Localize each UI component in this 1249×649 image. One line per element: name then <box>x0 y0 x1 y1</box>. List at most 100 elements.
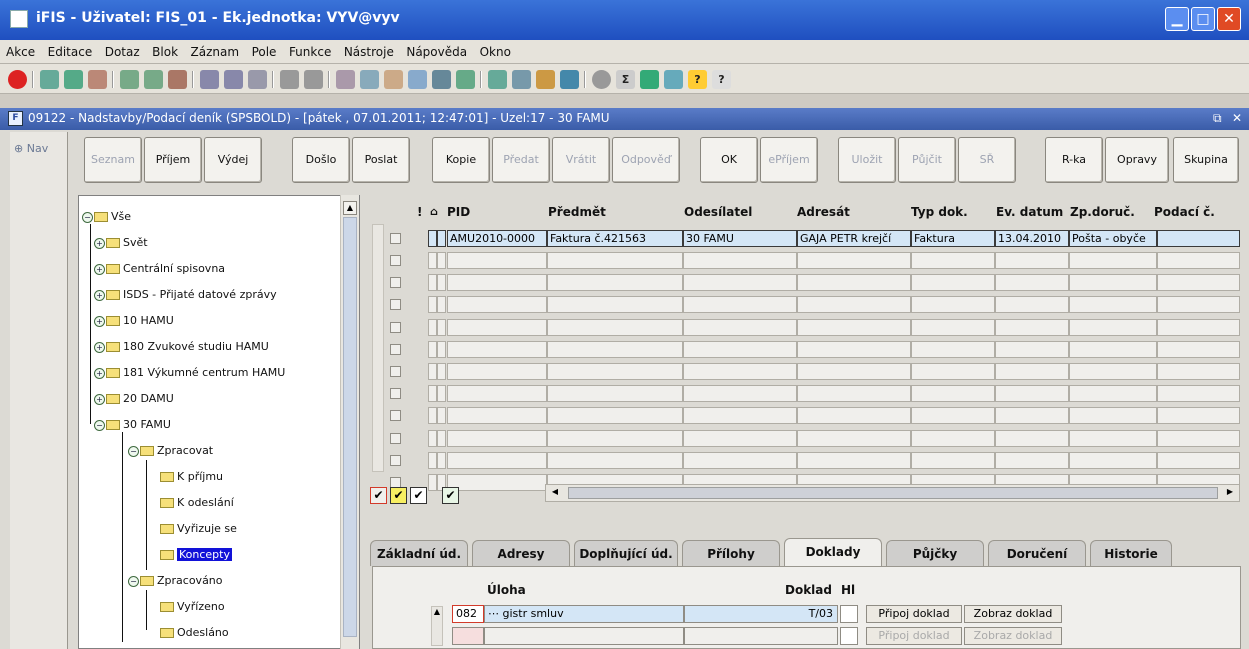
print-preview-icon[interactable] <box>304 70 323 89</box>
table-cell[interactable] <box>547 252 683 269</box>
cell-attach[interactable] <box>437 230 446 247</box>
table-cell[interactable] <box>547 296 683 314</box>
table-cell[interactable] <box>683 252 797 269</box>
table-row-selected[interactable]: AMU2010-0000 Faktura č.421563 30 FAMU GA… <box>428 230 1240 247</box>
maximize-icon[interactable]: □ <box>1191 7 1215 31</box>
table-cell[interactable] <box>1157 340 1240 358</box>
context-help-icon[interactable]: ? <box>712 70 731 89</box>
nav-label[interactable]: ⊕ Nav <box>14 142 48 155</box>
rka-button[interactable]: R-ka <box>1045 137 1103 183</box>
table-cell[interactable] <box>1069 274 1157 292</box>
tree-node[interactable]: +10 HAMU <box>94 314 174 334</box>
doklady-doklad[interactable] <box>684 627 838 645</box>
cell-evdatum[interactable]: 13.04.2010 <box>995 230 1069 247</box>
tab-zakladni[interactable]: Základní úd. <box>370 540 468 566</box>
table-cell[interactable] <box>995 340 1069 358</box>
doklady-name[interactable] <box>484 627 684 645</box>
table-cell[interactable] <box>447 429 547 447</box>
table-cell[interactable] <box>995 274 1069 292</box>
collapse-icon[interactable]: − <box>128 575 139 587</box>
sum-icon[interactable]: Σ <box>616 70 635 89</box>
menu-pole[interactable]: Pole <box>246 40 280 59</box>
table-cell[interactable] <box>437 429 446 447</box>
grid-horizontal-scrollbar[interactable]: ◀ ▶ <box>545 484 1240 502</box>
table-row[interactable] <box>428 318 1240 336</box>
table-cell[interactable] <box>1069 451 1157 469</box>
table-cell[interactable] <box>447 274 547 292</box>
table-cell[interactable] <box>547 274 683 292</box>
minimize-icon[interactable]: ▁ <box>1165 7 1189 31</box>
collapse-icon[interactable]: − <box>82 211 93 223</box>
table-cell[interactable] <box>797 274 911 292</box>
skupina-button[interactable]: Skupina <box>1173 137 1239 183</box>
tree-node[interactable]: − 30 FAMU <box>94 418 171 438</box>
table-cell[interactable] <box>995 363 1069 380</box>
menu-nastroje[interactable]: Nástroje <box>338 40 397 59</box>
paste-icon[interactable] <box>384 70 403 89</box>
filter-icon[interactable] <box>248 70 267 89</box>
table-cell[interactable] <box>1157 274 1240 292</box>
table-cell[interactable] <box>428 274 437 292</box>
tree-node-selected[interactable]: Koncepty <box>160 548 232 568</box>
table-cell[interactable] <box>547 407 683 425</box>
table-cell[interactable] <box>428 429 437 447</box>
table-cell[interactable] <box>797 296 911 314</box>
ulozit-button[interactable]: Uložit <box>838 137 896 183</box>
table-cell[interactable] <box>447 252 547 269</box>
table-cell[interactable] <box>437 318 446 336</box>
checkbox-white[interactable]: ✔ <box>410 487 427 504</box>
table-cell[interactable] <box>797 252 911 269</box>
table-row[interactable] <box>428 274 1240 292</box>
scroll-right-icon[interactable]: ▶ <box>1223 487 1237 499</box>
table-cell[interactable] <box>1157 252 1240 269</box>
table-cell[interactable] <box>1157 407 1240 425</box>
save-icon[interactable] <box>40 70 59 89</box>
table-cell[interactable] <box>437 340 446 358</box>
cell-typ[interactable]: Faktura <box>911 230 995 247</box>
poslat-button[interactable]: Poslat <box>352 137 410 183</box>
vratit-button[interactable]: Vrátit <box>552 137 610 183</box>
table-cell[interactable] <box>995 429 1069 447</box>
table-cell[interactable] <box>995 318 1069 336</box>
tree-node[interactable]: + Svět <box>94 236 148 256</box>
table-row[interactable] <box>428 363 1240 380</box>
pripoj-doklad-button[interactable]: Připoj doklad <box>866 605 962 623</box>
table-cell[interactable] <box>1069 340 1157 358</box>
doklady-hl[interactable] <box>840 605 858 623</box>
tree-node[interactable]: K příjmu <box>160 470 223 490</box>
table-cell[interactable] <box>428 407 437 425</box>
col-header-predmet[interactable]: Předmět <box>548 205 606 219</box>
table-cell[interactable] <box>683 363 797 380</box>
tree-scrollbar[interactable]: ▲ <box>340 195 359 649</box>
kopie-button[interactable]: Kopie <box>432 137 490 183</box>
vydej-button[interactable]: Výdej <box>204 137 262 183</box>
table-cell[interactable] <box>447 474 547 491</box>
table-cell[interactable] <box>1157 296 1240 314</box>
col-header-typ[interactable]: Typ dok. <box>911 205 968 219</box>
menu-zaznam[interactable]: Záznam <box>185 40 243 59</box>
expand-icon[interactable]: + <box>94 367 105 379</box>
prijem-button[interactable]: Příjem <box>144 137 202 183</box>
row-checkbox[interactable] <box>390 454 401 466</box>
table-cell[interactable] <box>683 451 797 469</box>
tree-node[interactable]: +20 DAMU <box>94 392 174 412</box>
table-cell[interactable] <box>447 407 547 425</box>
prev-record-icon[interactable] <box>144 70 163 89</box>
table-cell[interactable] <box>437 385 446 403</box>
row-checkbox[interactable] <box>390 366 401 377</box>
collapse-icon[interactable]: − <box>128 445 139 457</box>
document-icon[interactable] <box>512 70 531 89</box>
table-cell[interactable] <box>437 296 446 314</box>
table-cell[interactable] <box>1157 429 1240 447</box>
table-cell[interactable] <box>911 318 995 336</box>
row-checkbox[interactable] <box>390 432 401 444</box>
menu-blok[interactable]: Blok <box>146 40 181 59</box>
cell-adresat[interactable]: GAJA PETR krejčí <box>797 230 911 247</box>
table-cell[interactable] <box>428 385 437 403</box>
table-cell[interactable] <box>1069 252 1157 269</box>
table-cell[interactable] <box>911 385 995 403</box>
opravy-button[interactable]: Opravy <box>1105 137 1169 183</box>
cell-odesilatel[interactable]: 30 FAMU <box>683 230 797 247</box>
table-cell[interactable] <box>547 318 683 336</box>
cell-podaci[interactable] <box>1157 230 1240 247</box>
